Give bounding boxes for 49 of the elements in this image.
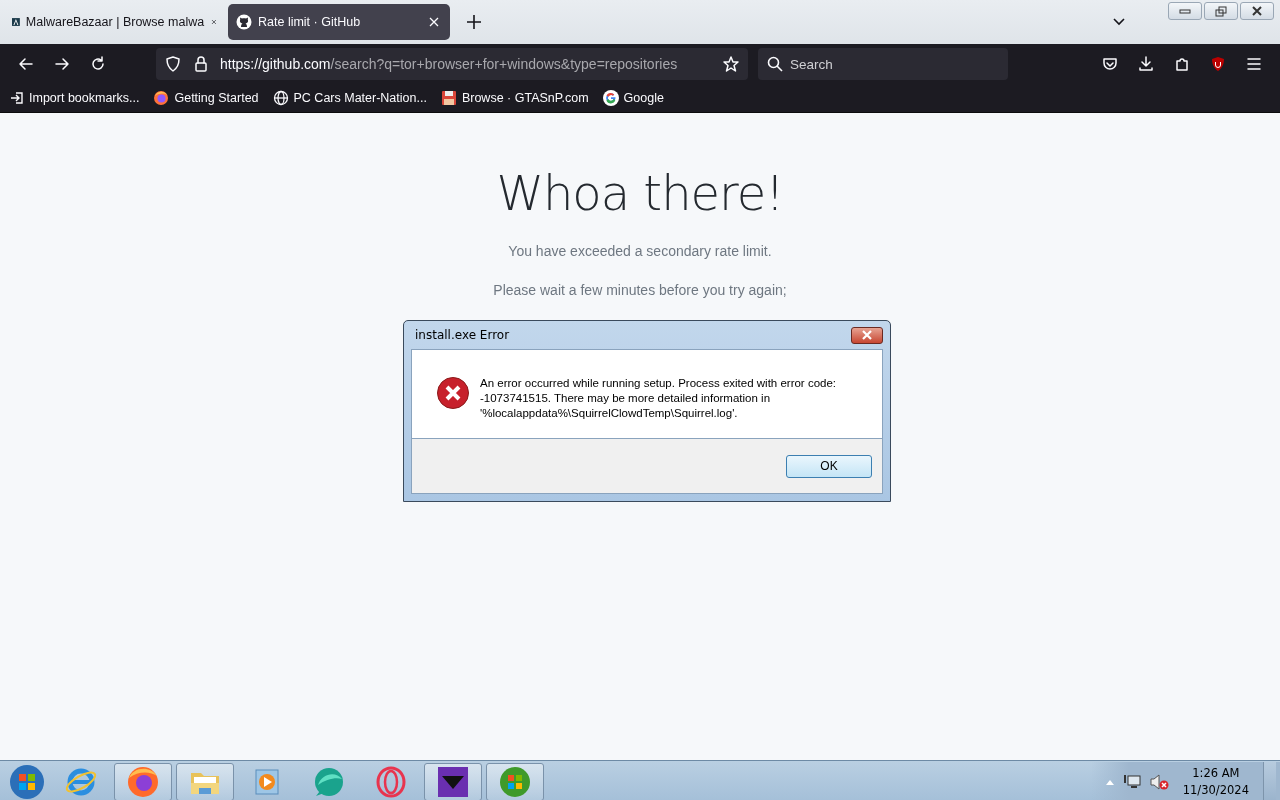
menu-icon[interactable] [1245,55,1263,73]
browser-tab[interactable]: Rate limit · GitHub [228,4,450,40]
globe-icon [272,90,289,106]
taskbar-button[interactable] [424,762,482,800]
close-button[interactable] [1240,2,1274,20]
ring-icon [374,764,408,799]
rate-limit-text: You have exceeded a secondary rate limit. [508,243,772,259]
bookmark-item[interactable]: Google [602,90,664,106]
close-icon [861,330,873,340]
windows-orb-icon [498,764,532,799]
browser-tab[interactable]: MalwareBazaar | Browse malwa [4,4,226,40]
g-logo-icon [602,90,619,106]
search-field[interactable]: Search [758,48,1008,80]
lock-icon[interactable] [192,55,210,73]
error-icon [436,376,470,410]
reload-icon[interactable] [89,55,107,73]
ok-button[interactable]: OK [786,454,872,478]
bookmark-item[interactable]: Getting Started [153,90,259,106]
plus-icon[interactable] [464,12,484,32]
shield-badge-icon[interactable] [1209,55,1227,73]
cat-logo-icon [236,14,252,30]
page-heading: Whoa there! [496,165,784,221]
star-icon[interactable] [722,55,740,73]
close-icon [1251,6,1263,16]
restore-icon [1215,5,1227,17]
app-tile-icon [436,764,470,799]
dialog-title: install.exe Error [415,328,510,342]
bookmark-item[interactable]: Browse · GTASnP.com [440,90,589,106]
shield-icon[interactable] [164,55,182,73]
back-icon[interactable] [17,55,35,73]
wait-text: Please wait a few minutes before you try again; [493,281,787,300]
bookmark-item[interactable]: PC Cars Mater-Nation... [272,90,427,106]
start-orb-icon[interactable] [9,763,45,800]
fox-globe-icon [153,90,170,106]
puzzle-icon[interactable] [1173,55,1191,73]
download-icon[interactable] [1137,55,1155,73]
restore-button[interactable] [1204,2,1238,20]
search-icon [767,56,783,72]
bookmark-item[interactable]: Import bookmarks... [10,91,140,105]
minimize-icon [1179,8,1191,14]
fox-globe-icon [126,764,160,799]
network-icon[interactable] [1122,772,1141,791]
pocket-icon[interactable] [1101,55,1119,73]
import-icon [10,91,24,105]
forward-icon[interactable] [53,55,71,73]
error-message: An error occurred while running setup. Process exited with error code: -1073741515. There may be more detailed information in '%localappdata%\SquirrelClowdTemp\Squirrel.log'. [480,376,838,421]
muted-speaker-icon[interactable] [1148,772,1169,791]
minimize-button[interactable] [1168,2,1202,20]
close-button[interactable] [851,326,883,344]
